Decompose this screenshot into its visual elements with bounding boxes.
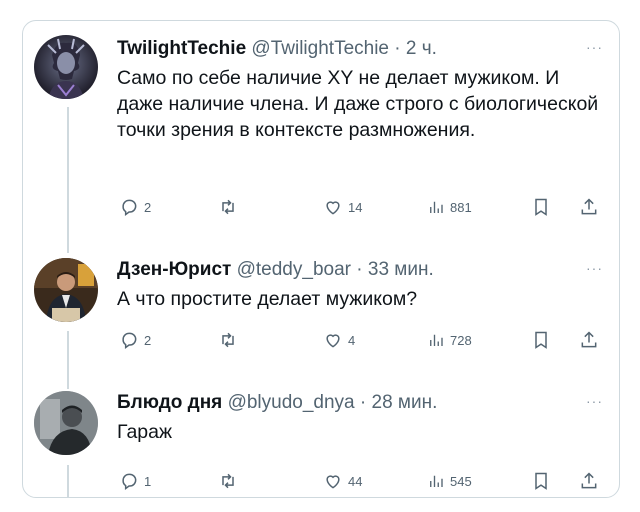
thread-card: TwilightTechie @TwilightTechie · 2 ч. ··… xyxy=(22,20,620,498)
author-handle[interactable]: @blyudo_dnya xyxy=(228,392,355,413)
retweet-icon xyxy=(222,332,234,348)
views-button[interactable]: 728 xyxy=(427,330,472,350)
tweet-actions: 2 4 728 xyxy=(23,330,619,354)
like-count: 4 xyxy=(348,332,356,348)
analytics-icon xyxy=(430,334,443,346)
views-count: 545 xyxy=(450,473,472,489)
share-button[interactable] xyxy=(579,471,599,491)
reply-button[interactable]: 2 xyxy=(119,197,151,217)
heart-icon xyxy=(326,201,340,215)
bookmark-icon xyxy=(535,331,547,349)
bookmark-button[interactable] xyxy=(531,197,551,217)
tweet-text: А что простите делает мужиком? xyxy=(117,288,418,310)
reply-icon xyxy=(122,199,137,216)
views-button[interactable]: 545 xyxy=(427,471,472,491)
author-name[interactable]: Дзен-Юрист xyxy=(117,259,231,280)
reply-button[interactable]: 1 xyxy=(119,471,151,491)
bookmark-button[interactable] xyxy=(531,471,551,491)
tweet-header: Дзен-Юрист @teddy_boar · 33 мин. xyxy=(117,258,605,282)
more-options-icon[interactable]: ··· xyxy=(586,393,603,409)
like-count: 14 xyxy=(348,199,363,215)
retweet-button[interactable] xyxy=(217,330,244,350)
analytics-icon xyxy=(430,475,443,487)
tweet-actions: 2 14 881 xyxy=(23,197,619,221)
avatar[interactable] xyxy=(34,35,98,99)
avatar[interactable] xyxy=(34,258,98,322)
author-handle[interactable]: @TwilightTechie xyxy=(251,38,389,59)
views-button[interactable]: 881 xyxy=(427,197,472,217)
tweet-header: TwilightTechie @TwilightTechie · 2 ч. xyxy=(117,37,605,61)
author-name[interactable]: Блюдо дня xyxy=(117,392,222,413)
heart-icon xyxy=(326,334,340,348)
share-button[interactable] xyxy=(579,197,599,217)
reply-icon xyxy=(122,332,137,349)
bookmark-icon xyxy=(535,198,547,216)
tweet[interactable]: Блюдо дня @blyudo_dnya · 28 мин. ··· Гар… xyxy=(23,379,619,497)
timestamp[interactable]: 33 мин. xyxy=(368,259,434,280)
retweet-icon xyxy=(222,199,234,215)
author-name[interactable]: TwilightTechie xyxy=(117,38,246,59)
like-button[interactable]: 14 xyxy=(323,197,362,217)
tweet-text: Гараж xyxy=(117,421,173,443)
more-options-icon[interactable]: ··· xyxy=(586,39,603,55)
bookmark-button[interactable] xyxy=(531,330,551,350)
more-options-icon[interactable]: ··· xyxy=(586,260,603,276)
share-button[interactable] xyxy=(579,330,599,350)
separator-dot: · xyxy=(394,38,401,59)
tweet-text: Само по себе наличие XY не делает мужико… xyxy=(117,67,599,141)
share-icon xyxy=(581,198,597,215)
share-icon xyxy=(581,331,597,348)
reply-count: 1 xyxy=(144,473,152,489)
analytics-icon xyxy=(430,201,443,213)
bookmark-icon xyxy=(535,472,547,490)
like-count: 44 xyxy=(348,473,363,489)
author-handle[interactable]: @teddy_boar xyxy=(237,259,351,280)
tweet[interactable]: TwilightTechie @TwilightTechie · 2 ч. ··… xyxy=(23,21,619,241)
share-icon xyxy=(581,472,597,489)
tweet-actions: 1 44 545 xyxy=(23,471,619,495)
like-button[interactable]: 44 xyxy=(323,471,362,491)
like-button[interactable]: 4 xyxy=(323,330,355,350)
separator-dot: · xyxy=(356,259,363,280)
timestamp[interactable]: 28 мин. xyxy=(372,392,438,413)
separator-dot: · xyxy=(359,392,367,413)
retweet-icon xyxy=(222,473,234,489)
tweet-header: Блюдо дня @blyudo_dnya · 28 мин. xyxy=(117,391,605,415)
retweet-button[interactable] xyxy=(217,471,244,491)
views-count: 881 xyxy=(450,199,472,215)
views-count: 728 xyxy=(450,332,472,348)
reply-icon xyxy=(122,473,137,490)
reply-button[interactable]: 2 xyxy=(119,330,151,350)
heart-icon xyxy=(326,475,340,489)
tweet[interactable]: Дзен-Юрист @teddy_boar · 33 мин. ··· А ч… xyxy=(23,246,619,386)
retweet-button[interactable] xyxy=(217,197,244,217)
reply-count: 2 xyxy=(144,332,152,348)
reply-count: 2 xyxy=(144,199,152,215)
timestamp[interactable]: 2 ч. xyxy=(406,38,437,59)
avatar[interactable] xyxy=(34,391,98,455)
